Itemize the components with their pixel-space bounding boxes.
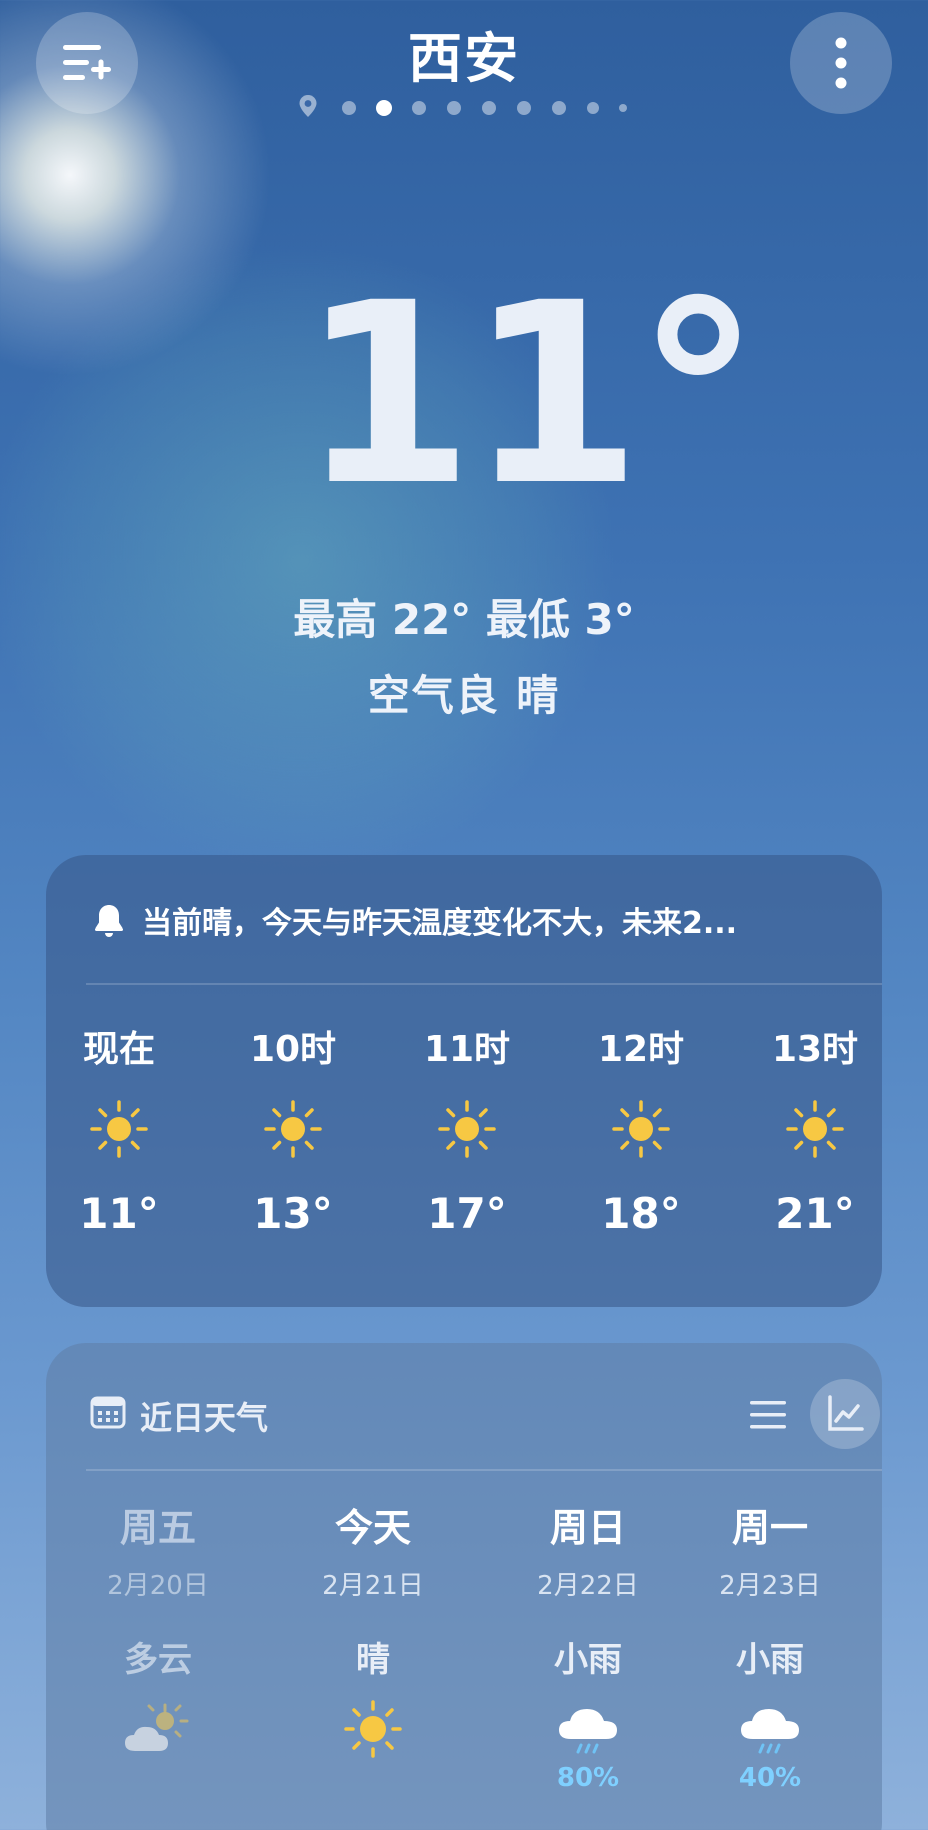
page-dot[interactable] — [412, 101, 426, 115]
day-item[interactable]: 周五 2月20日 多云 — [58, 1503, 258, 1797]
daily-forecast-card[interactable]: 近日天气 周五 2月20日 多云 今天 2月21日 晴 周日 2月22日 小雨 … — [46, 1343, 882, 1830]
day-item[interactable]: 周日 2月22日 小雨 80% — [488, 1503, 688, 1797]
sun-icon — [612, 1100, 670, 1158]
high-low-temperature: 最高 22° 最低 3° — [293, 595, 635, 644]
day-date: 2月21日 — [322, 1571, 424, 1601]
day-condition: 小雨 — [554, 1640, 622, 1680]
precipitation-chance: 80% — [556, 1763, 620, 1793]
day-condition: 晴 — [356, 1640, 390, 1680]
divider — [86, 983, 882, 985]
page-dot[interactable] — [587, 102, 599, 114]
day-date: 2月20日 — [107, 1571, 209, 1601]
hour-temp: 11° — [79, 1189, 159, 1238]
sun-icon — [344, 1700, 402, 1758]
hour-temp: 21° — [775, 1189, 855, 1238]
more-vertical-icon — [835, 37, 847, 89]
sun-icon — [786, 1100, 844, 1158]
calendar-icon — [90, 1396, 126, 1429]
day-condition: 多云 — [124, 1640, 192, 1680]
day-name: 周一 — [731, 1506, 808, 1550]
day-item[interactable]: 今天 2月21日 晴 — [273, 1503, 473, 1797]
page-dot[interactable] — [517, 101, 531, 115]
hourly-list[interactable]: 现在 11° 10时 13° 11时 17° 12时 18° 13时 21° — [46, 1025, 882, 1275]
day-date: 2月22日 — [537, 1571, 639, 1601]
hour-item: 11时 17° — [407, 1025, 527, 1238]
hour-temp: 18° — [601, 1189, 681, 1238]
page-dot[interactable] — [342, 101, 356, 115]
sun-icon — [264, 1100, 322, 1158]
hourly-forecast-card[interactable]: 当前晴，今天与昨天温度变化不大，未来2... 现在 11° 10时 13° 11… — [46, 855, 882, 1307]
day-name: 周五 — [119, 1506, 196, 1550]
divider — [86, 1469, 882, 1471]
chart-view-button[interactable] — [810, 1379, 880, 1449]
precipitation-chance: 40% — [738, 1763, 802, 1793]
hour-item: 现在 11° — [59, 1025, 179, 1238]
precipitation-chance — [273, 1763, 473, 1797]
day-condition: 小雨 — [736, 1640, 804, 1680]
location-pin-icon — [298, 94, 318, 118]
daily-title: 近日天气 — [140, 1399, 269, 1437]
day-name: 今天 — [334, 1506, 411, 1550]
precipitation-chance — [58, 1763, 258, 1797]
hour-label: 12时 — [597, 1029, 685, 1070]
list-view-button[interactable] — [740, 1387, 796, 1443]
hour-item: 13时 21° — [755, 1025, 875, 1238]
day-name: 周日 — [549, 1506, 626, 1550]
hour-label: 11时 — [423, 1029, 511, 1070]
page-dot[interactable] — [447, 101, 461, 115]
light-rain-icon — [559, 1709, 617, 1754]
current-temperature: 11° — [300, 249, 761, 540]
hour-item: 10时 13° — [233, 1025, 353, 1238]
bell-icon — [95, 905, 123, 937]
line-chart-icon — [828, 1395, 864, 1431]
weather-alert[interactable]: 当前晴，今天与昨天温度变化不大，未来2... — [90, 895, 737, 945]
sun-icon — [438, 1100, 496, 1158]
hour-item: 12时 18° — [581, 1025, 701, 1238]
light-rain-icon — [741, 1709, 799, 1754]
hour-temp: 13° — [253, 1189, 333, 1238]
city-title: 西安 — [408, 27, 520, 90]
page-dot[interactable] — [552, 101, 566, 115]
page-indicator[interactable] — [0, 94, 928, 120]
page-dot-active[interactable] — [376, 100, 392, 116]
page-dot[interactable] — [619, 104, 627, 112]
page-dot[interactable] — [482, 101, 496, 115]
partly-cloudy-icon — [125, 1703, 189, 1751]
hour-label: 现在 — [82, 1029, 155, 1070]
alert-text: 当前晴，今天与昨天温度变化不大，未来2... — [142, 906, 738, 941]
daily-header: 近日天气 — [90, 1379, 880, 1449]
hour-label: 13时 — [771, 1029, 859, 1070]
sun-icon — [90, 1100, 148, 1158]
air-quality-condition[interactable]: 空气良 晴 — [0, 662, 928, 723]
day-date: 2月23日 — [719, 1571, 821, 1601]
day-item[interactable]: 周一 2月23日 小雨 40% — [670, 1503, 870, 1797]
hour-label: 10时 — [249, 1029, 337, 1070]
hour-temp: 17° — [427, 1189, 507, 1238]
list-icon — [750, 1401, 786, 1429]
